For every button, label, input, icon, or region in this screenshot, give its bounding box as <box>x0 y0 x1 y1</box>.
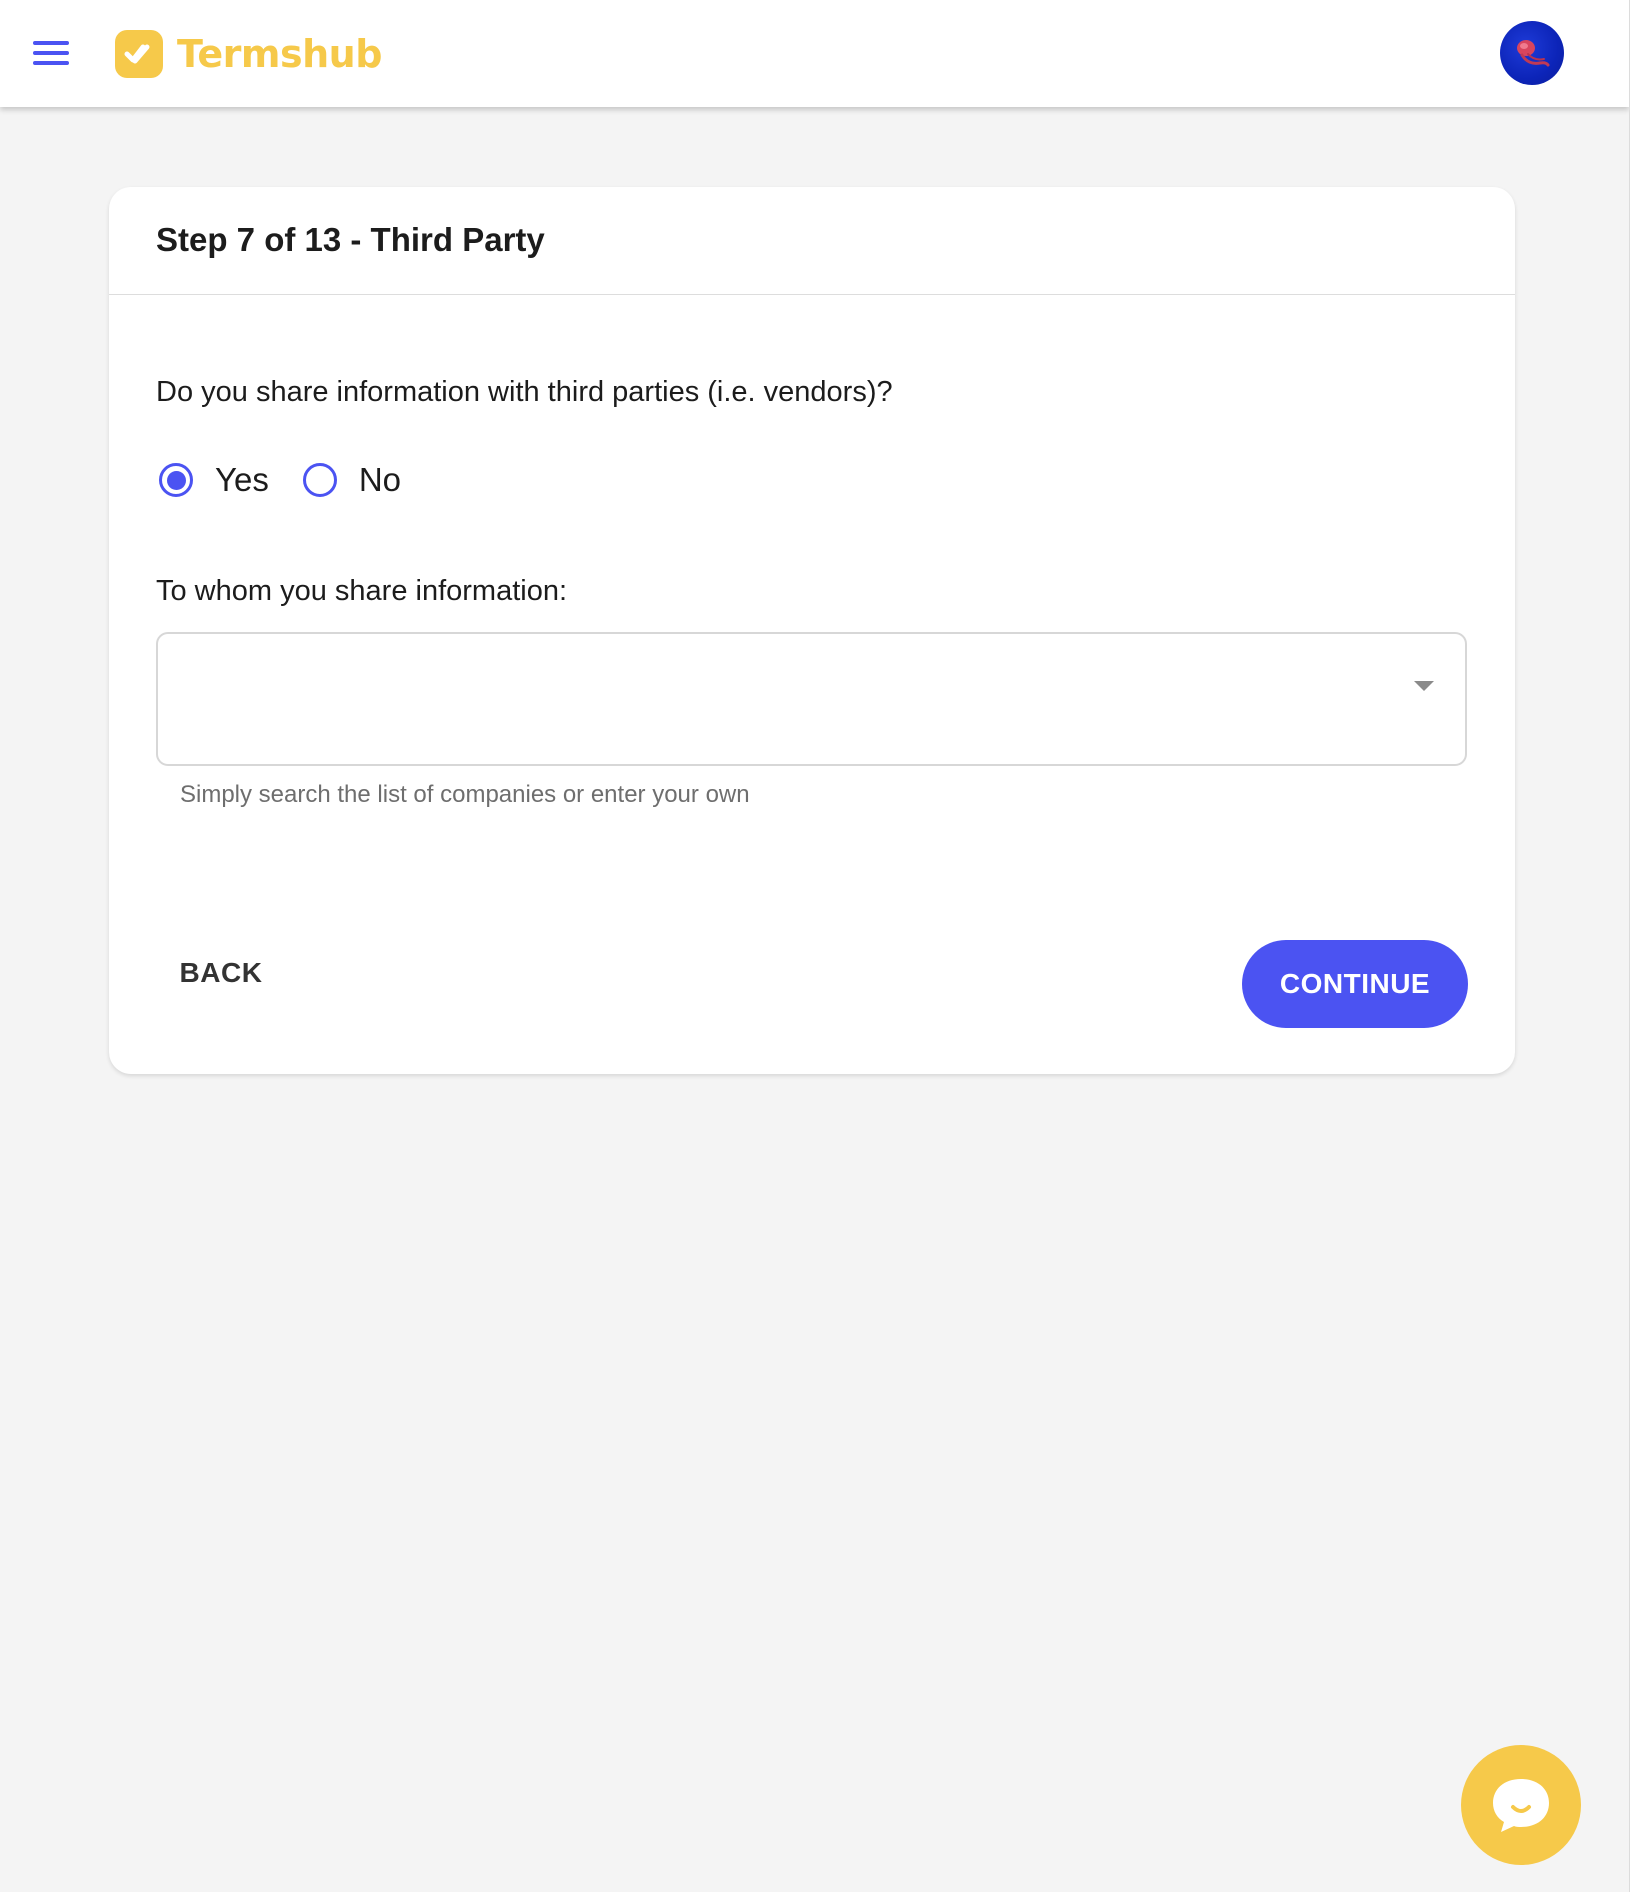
user-avatar[interactable] <box>1500 21 1564 85</box>
radio-option-yes[interactable]: Yes <box>159 461 269 499</box>
termshub-check-logo-icon <box>115 30 163 78</box>
hamburger-menu-icon[interactable] <box>28 36 74 70</box>
field-helper-text: Simply search the list of companies or e… <box>180 781 750 808</box>
card-header: Step 7 of 13 - Third Party <box>109 187 1515 295</box>
share-recipients-label: To whom you share information: <box>156 575 568 607</box>
chevron-down-icon[interactable] <box>1409 674 1439 698</box>
page: Termshub Step 7 of 13 - Third Party Do y… <box>0 0 1629 1892</box>
step-title: Step 7 of 13 - Third Party <box>156 221 545 258</box>
share-radio-group: Yes No <box>159 457 435 503</box>
chat-launcher[interactable] <box>1461 1745 1581 1865</box>
wizard-card: Step 7 of 13 - Third Party Do you share … <box>109 187 1515 1074</box>
radio-no-unchecked[interactable] <box>302 463 337 497</box>
radio-option-no[interactable]: No <box>302 461 402 499</box>
company-search-input[interactable] <box>180 674 1364 726</box>
radio-selected-dot <box>166 470 186 490</box>
radio-yes-checked[interactable] <box>159 463 193 497</box>
radio-no-label: No <box>358 461 402 498</box>
third-party-question: Do you share information with third part… <box>156 376 893 408</box>
brand-logo[interactable]: Termshub <box>115 28 382 80</box>
back-button[interactable]: BACK <box>156 942 286 1004</box>
chat-bubble-icon <box>1493 1779 1549 1832</box>
radio-yes-label: Yes <box>215 461 269 498</box>
brand-name: Termshub <box>177 32 382 76</box>
company-autocomplete[interactable] <box>156 632 1467 766</box>
jellyfish-avatar-icon <box>1517 40 1550 67</box>
top-app-bar: Termshub <box>0 0 1629 107</box>
continue-button[interactable]: CONTINUE <box>1242 940 1468 1028</box>
